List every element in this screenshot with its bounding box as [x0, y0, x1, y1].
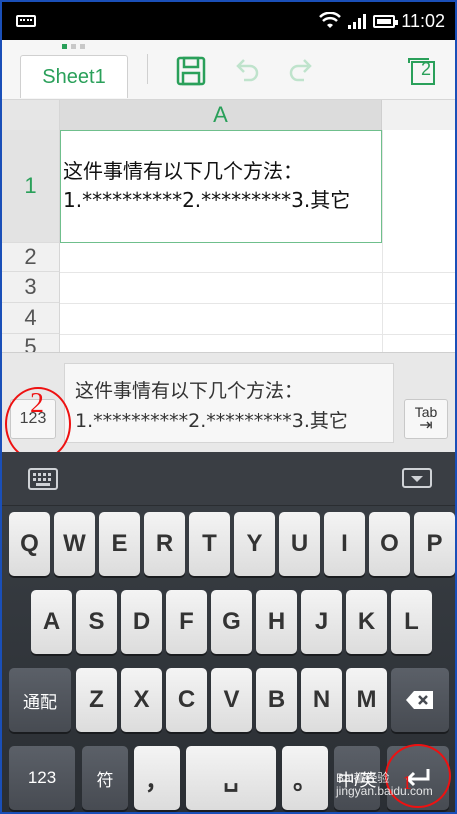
backspace-icon	[406, 691, 433, 709]
key-q[interactable]: Q	[9, 512, 50, 576]
redo-icon	[289, 59, 312, 82]
key-c[interactable]: C	[166, 668, 207, 732]
key-z[interactable]: Z	[76, 668, 117, 732]
row-divider	[60, 272, 455, 273]
key-v[interactable]: V	[211, 668, 252, 732]
keyboard-icon	[28, 468, 58, 490]
numeric-keyboard-toggle[interactable]: 123	[10, 399, 56, 439]
page-dot	[80, 44, 85, 49]
sheet-list-button[interactable]: 2	[404, 54, 438, 88]
spreadsheet-grid: A 1 2 3 4 5 这件事情有以下几个方法： 1.**********2.*…	[2, 100, 455, 352]
key-d[interactable]: D	[121, 590, 162, 654]
clock: 11:02	[401, 10, 445, 31]
redo-button[interactable]	[284, 54, 318, 88]
column-header-b[interactable]	[382, 100, 455, 130]
watermark-line2: jingyan.baidu.com	[336, 784, 433, 798]
page-dot	[71, 44, 76, 49]
column-header-bar: A	[2, 100, 455, 130]
status-bar: 11:02	[2, 2, 455, 40]
undo-icon	[236, 59, 259, 82]
key-h[interactable]: H	[256, 590, 297, 654]
key-l[interactable]: L	[391, 590, 432, 654]
status-icons: 11:02	[319, 10, 445, 32]
tab-key[interactable]: Tab ⇥	[404, 399, 448, 439]
sheet-count: 2	[420, 59, 431, 79]
row-header-5[interactable]: 5	[2, 334, 60, 352]
key-s[interactable]: S	[76, 590, 117, 654]
key-o[interactable]: O	[369, 512, 410, 576]
key-y[interactable]: Y	[234, 512, 275, 576]
hide-keyboard-button[interactable]	[402, 468, 432, 490]
soft-keyboard: Q W E R T Y U I O P A S D F G H J K L 通配 Z X C V B N M 123 符， ␣。中/英	[2, 452, 455, 812]
key-g[interactable]: G	[211, 590, 252, 654]
key-r[interactable]: R	[144, 512, 185, 576]
key-b[interactable]: B	[256, 668, 297, 732]
page-dot-active	[62, 44, 67, 49]
save-icon	[176, 56, 206, 86]
edit-input-line2: 1.**********2.*********3.其它	[75, 410, 348, 432]
key-i[interactable]: I	[324, 512, 365, 576]
row-header-3[interactable]: 3	[2, 272, 60, 303]
cell-a1[interactable]: 这件事情有以下几个方法： 1.**********2.*********3.其它	[60, 130, 382, 243]
row-header-2[interactable]: 2	[2, 243, 60, 272]
key-k[interactable]: K	[346, 590, 387, 654]
cell-a1-line2: 1.**********2.*********3.其它	[63, 188, 351, 212]
row-header-1[interactable]: 1	[2, 130, 60, 243]
period-key[interactable]: 。	[282, 746, 328, 810]
key-a[interactable]: A	[31, 590, 72, 654]
symbols-key[interactable]: 符	[82, 746, 128, 810]
wildcard-key[interactable]: 通配	[9, 668, 71, 732]
column-divider	[382, 130, 383, 352]
comma-key[interactable]: ，	[134, 746, 180, 810]
cell-a1-line1: 这件事情有以下几个方法：	[63, 159, 303, 183]
toolbar-divider	[147, 54, 148, 84]
key-u[interactable]: U	[279, 512, 320, 576]
key-f[interactable]: F	[166, 590, 207, 654]
keyboard-top-bar	[2, 452, 455, 506]
undo-button[interactable]	[230, 54, 264, 88]
row-divider	[60, 303, 455, 304]
key-j[interactable]: J	[301, 590, 342, 654]
battery-icon	[373, 14, 399, 28]
key-t[interactable]: T	[189, 512, 230, 576]
save-button[interactable]	[174, 54, 208, 88]
backspace-key[interactable]	[391, 668, 449, 732]
toolbar: Sheet1 2	[2, 40, 455, 100]
tab-arrow-icon: ⇥	[419, 417, 433, 434]
cell-edit-input[interactable]: 这件事情有以下几个方法： 1.**********2.*********3.其它	[64, 363, 394, 443]
key-n[interactable]: N	[301, 668, 342, 732]
space-key[interactable]: ␣	[186, 746, 276, 810]
signal-icon	[348, 14, 367, 29]
edit-input-line1: 这件事情有以下几个方法：	[75, 380, 304, 402]
key-w[interactable]: W	[54, 512, 95, 576]
sheet-tab-sheet1[interactable]: Sheet1	[20, 55, 128, 98]
select-all-corner[interactable]	[2, 100, 60, 130]
wifi-icon	[319, 12, 342, 28]
key-x[interactable]: X	[121, 668, 162, 732]
numbers-key[interactable]: 123	[9, 746, 75, 810]
column-header-a[interactable]: A	[60, 100, 382, 130]
key-e[interactable]: E	[99, 512, 140, 576]
page-indicator	[62, 44, 85, 49]
key-p[interactable]: P	[414, 512, 455, 576]
phone-screen: 11:02 Sheet1 2 A 1 2 3 4 5 这件事情有以下几个方法： …	[0, 0, 457, 814]
formula-edit-bar: 123 这件事情有以下几个方法： 1.**********2.*********…	[2, 352, 455, 452]
row-header-4[interactable]: 4	[2, 303, 60, 334]
keyboard-switch-button[interactable]	[28, 468, 58, 490]
hide-keyboard-icon	[402, 468, 432, 488]
row-divider	[60, 334, 455, 335]
watermark: Bai都经验 jingyan.baidu.com	[336, 772, 433, 798]
keyboard-notification-icon	[16, 15, 36, 27]
key-m[interactable]: M	[346, 668, 387, 732]
